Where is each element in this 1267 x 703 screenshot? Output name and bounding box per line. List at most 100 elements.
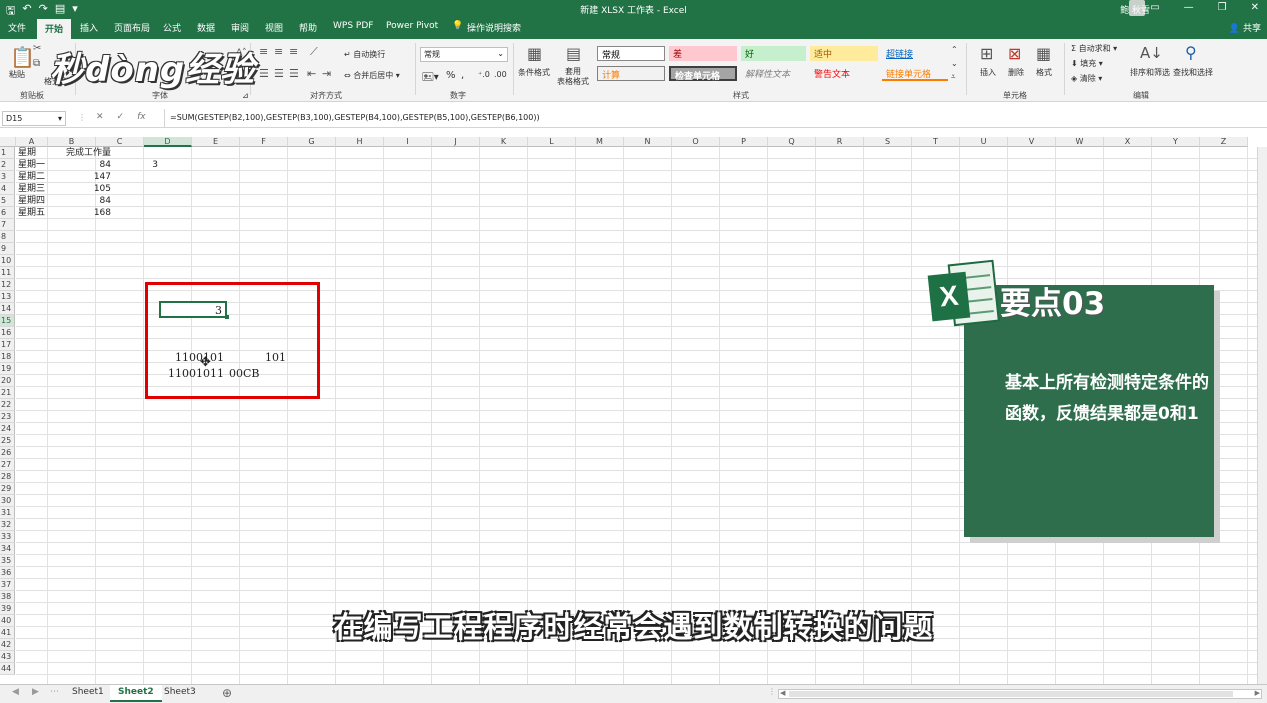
sheet-tab-3[interactable]: Sheet3 — [156, 685, 204, 702]
column-header-k[interactable]: K — [480, 137, 528, 147]
conditional-format-button[interactable]: 条件格式 — [518, 67, 550, 78]
table-format-button[interactable]: 套用 表格格式 — [557, 67, 589, 87]
sheet-tab-2[interactable]: Sheet2 — [110, 685, 162, 702]
row-header-12[interactable]: 12 — [0, 279, 15, 291]
column-header-f[interactable]: F — [240, 137, 288, 147]
style-good[interactable]: 好 — [741, 46, 806, 61]
scroll-left-icon[interactable]: ◀ — [780, 689, 785, 697]
more-sheets-icon[interactable]: ⋯ — [50, 687, 59, 697]
row-header-9[interactable]: 9 — [0, 243, 15, 255]
row-header-6[interactable]: 6 — [0, 207, 15, 219]
row-header-18[interactable]: 18 — [0, 351, 15, 363]
clear-button[interactable]: ◈ 清除 ▾ — [1071, 73, 1102, 84]
horizontal-scrollbar[interactable]: ◀ ▶ — [778, 689, 1262, 699]
row-header-21[interactable]: 21 — [0, 387, 15, 399]
row-header-5[interactable]: 5 — [0, 195, 15, 207]
orientation-icon[interactable]: ⟋ — [310, 45, 318, 59]
tab-formulas[interactable]: 公式 — [163, 21, 181, 34]
conditional-format-icon[interactable]: ▦ — [527, 44, 542, 63]
autosum-button[interactable]: Σ 自动求和 ▾ — [1071, 43, 1117, 54]
cell-c2[interactable]: 3 — [113, 159, 158, 171]
search-icon[interactable]: ⚲ — [1185, 43, 1197, 62]
accounting-icon[interactable]: 🖭▾ — [422, 70, 439, 87]
row-header-24[interactable]: 24 — [0, 423, 15, 435]
styles-scroll-up-icon[interactable]: ⌃ — [951, 45, 958, 54]
insert-button[interactable]: 插入 — [980, 67, 996, 78]
cell-b6[interactable]: 168 — [66, 207, 111, 219]
format-cells-icon[interactable]: ▦ — [1036, 44, 1051, 63]
row-header-1[interactable]: 1 — [0, 147, 15, 159]
column-header-a[interactable]: A — [16, 137, 48, 147]
column-header-g[interactable]: G — [288, 137, 336, 147]
row-header-27[interactable]: 27 — [0, 459, 15, 471]
style-linked-cell[interactable]: 链接单元格 — [882, 66, 948, 81]
tab-home[interactable]: 开始 — [37, 19, 72, 39]
column-header-c[interactable]: C — [96, 137, 144, 147]
row-header-8[interactable]: 8 — [0, 231, 15, 243]
fill-handle[interactable] — [225, 315, 229, 319]
add-sheet-icon[interactable]: ⊕ — [222, 686, 232, 700]
paste-icon[interactable]: 📋 — [10, 45, 35, 69]
font-launcher-icon[interactable]: ⊿ — [242, 91, 249, 100]
tab-wps-pdf[interactable]: WPS PDF — [333, 21, 373, 31]
cell-f18[interactable]: 101 — [265, 351, 286, 364]
column-header-t[interactable]: T — [912, 137, 960, 147]
align-bottom-icon[interactable]: ≡ — [289, 45, 298, 58]
column-header-p[interactable]: P — [720, 137, 768, 147]
tab-power-pivot[interactable]: Power Pivot — [386, 21, 438, 31]
row-header-16[interactable]: 16 — [0, 327, 15, 339]
style-neutral[interactable]: 适中 — [810, 46, 878, 61]
tab-review[interactable]: 审阅 — [231, 21, 249, 34]
row-header-43[interactable]: 43 — [0, 651, 15, 663]
tab-page-layout[interactable]: 页面布局 — [114, 21, 150, 34]
style-hyperlink[interactable]: 超链接 — [882, 46, 948, 61]
cell-a6[interactable]: 星期五 — [18, 207, 45, 219]
sort-filter-icon[interactable]: A↓ — [1140, 44, 1163, 62]
style-warning[interactable]: 警告文本 — [810, 66, 878, 81]
cell-a4[interactable]: 星期三 — [18, 183, 45, 195]
next-sheet-icon[interactable]: ▶ — [32, 687, 39, 697]
column-header-h[interactable]: H — [336, 137, 384, 147]
align-middle-icon[interactable]: ≡ — [274, 45, 283, 58]
column-header-y[interactable]: Y — [1152, 137, 1200, 147]
row-header-11[interactable]: 11 — [0, 267, 15, 279]
insert-cells-icon[interactable]: ⊞ — [980, 44, 993, 63]
enter-icon[interactable]: ✓ — [117, 112, 125, 122]
format-button[interactable]: 格式 — [1036, 67, 1052, 78]
row-header-3[interactable]: 3 — [0, 171, 15, 183]
sort-filter-button[interactable]: 排序和筛选 — [1130, 67, 1170, 78]
align-center-icon[interactable]: ☰ — [274, 67, 284, 80]
split-grip-icon[interactable]: ⋮ — [768, 687, 776, 696]
minimize-icon[interactable]: — — [1184, 2, 1194, 13]
ribbon-display-icon[interactable]: ▭ — [1150, 2, 1159, 13]
row-header-15[interactable]: 15 — [0, 315, 15, 327]
percent-icon[interactable]: % — [446, 70, 456, 81]
table-format-icon[interactable]: ▤ — [566, 44, 581, 63]
copy-icon[interactable]: ⧉ — [33, 58, 40, 69]
row-header-23[interactable]: 23 — [0, 411, 15, 423]
cell-a2[interactable]: 星期一 — [18, 159, 45, 171]
column-header-q[interactable]: Q — [768, 137, 816, 147]
column-header-m[interactable]: M — [576, 137, 624, 147]
row-header-17[interactable]: 17 — [0, 339, 15, 351]
decrease-decimal-icon[interactable]: .00 — [494, 70, 507, 79]
tab-view[interactable]: 视图 — [265, 21, 283, 34]
column-header-i[interactable]: I — [384, 137, 432, 147]
tab-help[interactable]: 帮助 — [299, 21, 317, 34]
row-header-7[interactable]: 7 — [0, 219, 15, 231]
row-header-26[interactable]: 26 — [0, 447, 15, 459]
delete-button[interactable]: 删除 — [1008, 67, 1024, 78]
column-header-e[interactable]: E — [192, 137, 240, 147]
row-header-28[interactable]: 28 — [0, 471, 15, 483]
row-header-37[interactable]: 37 — [0, 579, 15, 591]
cell-a3[interactable]: 星期二 — [18, 171, 45, 183]
row-header-4[interactable]: 4 — [0, 183, 15, 195]
style-explanatory[interactable]: 解释性文本 — [741, 66, 806, 81]
cell-d19[interactable]: 11001011 — [168, 367, 224, 380]
cell-e19[interactable]: 00CB — [229, 367, 260, 380]
increase-indent-icon[interactable]: ⇥ — [322, 67, 331, 80]
row-header-33[interactable]: 33 — [0, 531, 15, 543]
tab-data[interactable]: 数据 — [197, 21, 215, 34]
close-icon[interactable]: ✕ — [1251, 2, 1259, 13]
cut-icon[interactable]: ✂ — [33, 43, 41, 54]
